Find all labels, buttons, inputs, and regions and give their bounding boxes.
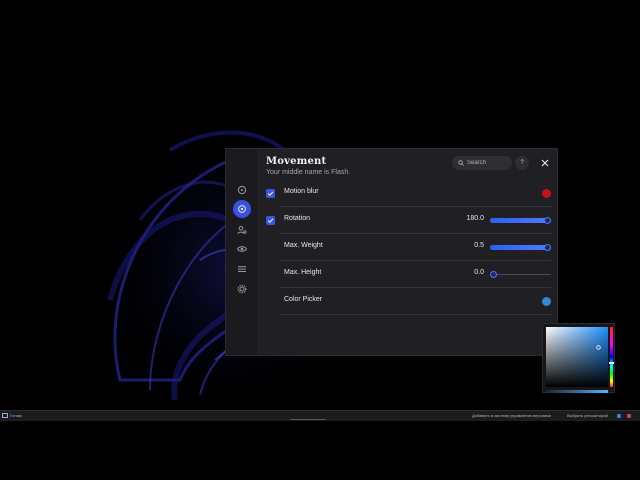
slider-thumb[interactable]	[544, 217, 552, 224]
sidebar-rail	[226, 149, 259, 355]
slider-thumb[interactable]	[544, 244, 552, 251]
rotation-checkbox[interactable]	[266, 216, 275, 225]
color-picker-popup	[542, 323, 615, 393]
status-text: Готово	[10, 413, 23, 418]
movement-icon[interactable]	[233, 200, 251, 218]
close-button[interactable]	[538, 156, 552, 170]
setting-value: 180.0	[466, 215, 484, 222]
target-icon[interactable]	[235, 183, 249, 197]
slider-fill	[490, 218, 551, 223]
list-icon[interactable]	[235, 262, 249, 276]
eye-icon[interactable]	[235, 242, 249, 256]
setting-label: Rotation	[284, 215, 311, 222]
color-cursor[interactable]	[596, 345, 601, 350]
max-weight-slider[interactable]	[490, 244, 552, 251]
setting-label: Color Picker	[284, 296, 323, 303]
search-box[interactable]	[452, 156, 512, 170]
color-picker-swatch[interactable]	[542, 297, 551, 306]
setting-row-max-height: Max. Height 0.0	[262, 261, 551, 288]
setting-value: 0.0	[474, 269, 484, 276]
page-title: Movement	[266, 156, 327, 167]
setting-label: Max. Weight	[284, 242, 323, 249]
help-button[interactable]: ?	[515, 156, 529, 170]
select-repository-button[interactable]: Выбрать репозиторий	[567, 413, 608, 418]
close-icon	[541, 159, 549, 167]
user-settings-icon[interactable]	[235, 223, 249, 237]
setting-label: Motion blur	[284, 188, 319, 195]
motion-blur-color-swatch[interactable]	[542, 189, 551, 198]
taskbar-indicator	[290, 419, 326, 420]
slider-thumb[interactable]	[489, 271, 497, 278]
rotation-slider[interactable]	[490, 217, 552, 224]
search-input[interactable]	[467, 160, 511, 166]
setting-row-max-weight: Max. Weight 0.5	[262, 234, 552, 261]
gear-icon[interactable]	[235, 282, 249, 296]
setting-row-motion-blur: Motion blur	[262, 180, 551, 207]
saturation-value-area[interactable]	[546, 327, 608, 387]
slider-fill	[490, 245, 551, 250]
motion-blur-checkbox[interactable]	[266, 189, 275, 198]
setting-row-color-picker: Color Picker	[262, 288, 551, 315]
error-icon[interactable]	[627, 414, 631, 418]
settings-panel: Movement Your middle name is Flash. ? Mo…	[225, 148, 558, 356]
alpha-slider[interactable]	[546, 390, 608, 393]
setting-label: Max. Height	[284, 269, 322, 276]
check-icon	[267, 191, 274, 196]
notification-icon[interactable]	[617, 414, 621, 418]
setting-value: 0.5	[474, 242, 484, 249]
max-height-slider[interactable]	[489, 271, 551, 278]
page-subtitle: Your middle name is Flash.	[266, 169, 351, 176]
divider	[280, 314, 551, 315]
check-icon	[267, 218, 274, 223]
source-control-button[interactable]: Добавить в систему управления версиями	[472, 413, 551, 418]
setting-row-rotation: Rotation 180.0	[262, 207, 552, 234]
search-icon	[458, 160, 464, 166]
hue-slider-marker[interactable]	[609, 362, 614, 364]
empty-area	[0, 421, 640, 480]
window-icon[interactable]	[2, 413, 8, 418]
taskbar: Готово Добавить в систему управления вер…	[0, 410, 640, 421]
hue-slider[interactable]	[610, 327, 613, 387]
